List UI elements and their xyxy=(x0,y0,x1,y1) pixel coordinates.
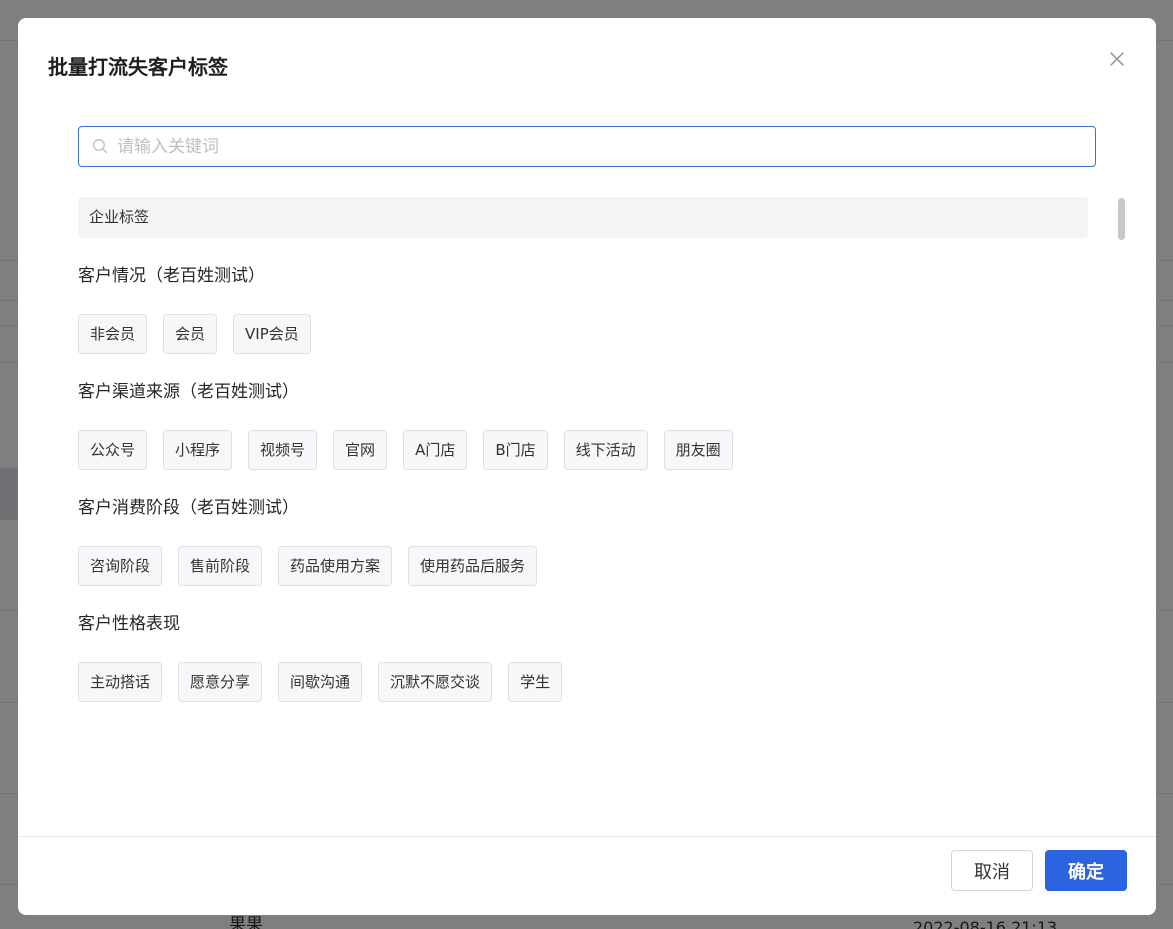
tag-list[interactable]: 企业标签 客户情况（老百姓测试） 非会员 会员 VIP会员 客户渠道来源（老百姓… xyxy=(78,197,1088,803)
tag-chip[interactable]: 公众号 xyxy=(78,430,148,470)
tag-section: 客户性格表现 主动搭话 愿意分享 间歇沟通 沉默不愿交谈 学生 xyxy=(78,614,1088,702)
group-header: 企业标签 xyxy=(78,197,1088,238)
tag-chip[interactable]: A门店 xyxy=(403,430,468,470)
tag-chip[interactable]: 售前阶段 xyxy=(178,546,263,586)
tag-section: 客户渠道来源（老百姓测试） 公众号 小程序 视频号 官网 A门店 B门店 线下活… xyxy=(78,382,1088,470)
tag-section: 客户消费阶段（老百姓测试） 咨询阶段 售前阶段 药品使用方案 使用药品后服务 xyxy=(78,498,1088,586)
tag-group: 公众号 小程序 视频号 官网 A门店 B门店 线下活动 朋友圈 xyxy=(78,430,1088,470)
search-box[interactable] xyxy=(78,126,1096,167)
tag-group: 主动搭话 愿意分享 间歇沟通 沉默不愿交谈 学生 xyxy=(78,662,1088,702)
section-title: 客户消费阶段（老百姓测试） xyxy=(78,498,299,518)
tag-chip[interactable]: 线下活动 xyxy=(563,430,648,470)
tag-chip[interactable]: 间歇沟通 xyxy=(278,662,363,702)
tag-chip[interactable]: 官网 xyxy=(333,430,388,470)
tag-section: 客户情况（老百姓测试） 非会员 会员 VIP会员 xyxy=(78,266,1088,354)
tag-chip[interactable]: 使用药品后服务 xyxy=(408,546,538,586)
section-title: 客户情况（老百姓测试） xyxy=(78,266,265,286)
confirm-button[interactable]: 确定 xyxy=(1045,850,1127,891)
tag-group: 非会员 会员 VIP会员 xyxy=(78,314,1088,354)
tag-chip[interactable]: 愿意分享 xyxy=(178,662,263,702)
cancel-button[interactable]: 取消 xyxy=(951,850,1033,891)
tag-chip[interactable]: 视频号 xyxy=(248,430,318,470)
tag-dialog: 批量打流失客户标签 企业标签 客户情况（老百姓测试） 非会员 会员 VIP会员 … xyxy=(18,18,1156,915)
scrollbar-thumb[interactable] xyxy=(1118,198,1125,240)
close-button[interactable] xyxy=(1108,50,1126,68)
tag-chip[interactable]: 药品使用方案 xyxy=(278,546,393,586)
footer-divider xyxy=(18,836,1156,837)
search-input[interactable] xyxy=(117,127,1077,166)
tag-chip[interactable]: 小程序 xyxy=(163,430,233,470)
tag-chip[interactable]: 主动搭话 xyxy=(78,662,163,702)
tag-chip[interactable]: B门店 xyxy=(483,430,548,470)
tag-chip[interactable]: 朋友圈 xyxy=(663,430,733,470)
tag-chip[interactable]: 会员 xyxy=(163,314,218,354)
search-icon xyxy=(93,139,108,154)
dialog-title: 批量打流失客户标签 xyxy=(48,55,228,79)
tag-chip[interactable]: 学生 xyxy=(508,662,563,702)
tag-group: 咨询阶段 售前阶段 药品使用方案 使用药品后服务 xyxy=(78,546,1088,586)
tag-chip[interactable]: 沉默不愿交谈 xyxy=(378,662,493,702)
tag-chip[interactable]: 非会员 xyxy=(78,314,148,354)
section-title: 客户渠道来源（老百姓测试） xyxy=(78,382,299,402)
tag-chip[interactable]: 咨询阶段 xyxy=(78,546,163,586)
close-icon xyxy=(1110,52,1124,66)
section-title: 客户性格表现 xyxy=(78,614,180,634)
tag-chip[interactable]: VIP会员 xyxy=(233,314,311,354)
